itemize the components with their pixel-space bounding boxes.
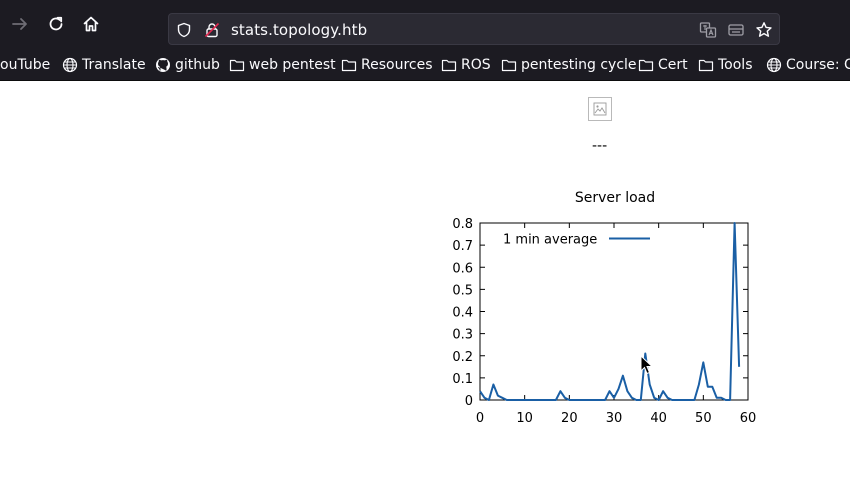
bookmark-github[interactable]: github — [155, 55, 220, 75]
y-tick-label: 0.6 — [452, 261, 473, 276]
plot-frame — [479, 222, 749, 401]
globe-icon — [62, 57, 78, 73]
bookmark-folder-ros[interactable]: ROS — [441, 55, 491, 75]
bookmark-label: Translate — [82, 57, 146, 73]
bookmark-folder-pentesting-cycle[interactable]: pentesting cycle — [501, 55, 637, 75]
bookmark-folder-resources[interactable]: Resources — [341, 55, 433, 75]
folder-icon — [229, 59, 245, 72]
forward-button[interactable] — [9, 13, 31, 35]
bookmark-label: github — [175, 57, 220, 73]
bookmarks-bar: ouTube Translate github web pentest Reso… — [0, 48, 850, 81]
broken-image — [588, 97, 612, 121]
broken-image-icon — [593, 102, 607, 116]
bookmark-course[interactable]: Course: C — [766, 55, 850, 75]
legend: 1 min average — [503, 233, 650, 248]
x-tick-label: 50 — [695, 411, 712, 426]
x-tick-label: 60 — [740, 411, 757, 426]
reader-view-icon[interactable] — [727, 21, 745, 39]
folder-icon — [441, 59, 457, 72]
x-tick-label: 40 — [650, 411, 667, 426]
home-button[interactable] — [80, 13, 102, 35]
chart-title: Server load — [575, 190, 655, 206]
github-icon — [156, 58, 170, 72]
folder-icon — [638, 59, 654, 72]
series-line-1-min-average — [479, 222, 741, 401]
globe-icon — [766, 57, 782, 73]
bookmark-folder-cert[interactable]: Cert — [638, 55, 688, 75]
y-tick-label: 0.4 — [452, 306, 473, 321]
mouse-pointer-icon — [640, 355, 654, 375]
bookmark-folder-web-pentest[interactable]: web pentest — [229, 55, 336, 75]
x-tick-label: 10 — [516, 411, 533, 426]
legend-label: 1 min average — [503, 233, 597, 248]
bookmark-youtube[interactable]: ouTube — [0, 55, 50, 75]
shield-icon[interactable] — [175, 21, 193, 39]
browser-toolbar: stats.topology.htb — [0, 0, 850, 48]
folder-icon — [698, 59, 714, 72]
arrow-right-icon — [12, 18, 27, 30]
bookmark-label: ouTube — [0, 57, 51, 73]
folder-icon — [341, 59, 357, 72]
bookmark-label: ROS — [461, 57, 491, 73]
home-icon — [83, 16, 99, 32]
bookmark-label: Cert — [658, 57, 688, 73]
y-tick-label: 0.2 — [452, 350, 473, 365]
bookmark-translate[interactable]: Translate — [62, 55, 146, 75]
y-tick-label: 0.8 — [452, 217, 473, 232]
address-bar[interactable]: stats.topology.htb — [168, 13, 780, 45]
url-text[interactable]: stats.topology.htb — [231, 21, 367, 39]
y-tick-label: 0.3 — [452, 328, 473, 343]
bookmark-label: pentesting cycle — [521, 57, 637, 73]
y-tick-label: 0 — [465, 394, 473, 409]
folder-icon — [501, 59, 517, 72]
bookmark-folder-tools[interactable]: Tools — [698, 55, 753, 75]
y-tick-label: 0.1 — [452, 372, 473, 387]
bookmark-label: Resources — [361, 57, 433, 73]
x-tick-label: 30 — [606, 411, 623, 426]
reload-button[interactable] — [45, 13, 67, 35]
bookmark-label: web pentest — [249, 57, 336, 73]
y-tick-label: 0.7 — [452, 239, 473, 254]
server-load-chart: Server load 0 0.1 0.2 0.3 0.4 0.5 0.6 0.7 0.8 0 1… — [452, 190, 757, 426]
x-tick-label: 0 — [476, 411, 484, 426]
separator-text: --- — [592, 138, 608, 154]
translate-icon[interactable] — [699, 21, 717, 39]
star-bookmark-icon[interactable] — [755, 21, 773, 39]
x-tick-label: 20 — [561, 411, 578, 426]
reload-icon — [49, 16, 63, 31]
insecure-lock-icon[interactable] — [203, 21, 221, 39]
bookmark-label: Tools — [718, 57, 753, 73]
y-tick-label: 0.5 — [452, 283, 473, 298]
bookmark-label: Course: C — [786, 57, 850, 73]
